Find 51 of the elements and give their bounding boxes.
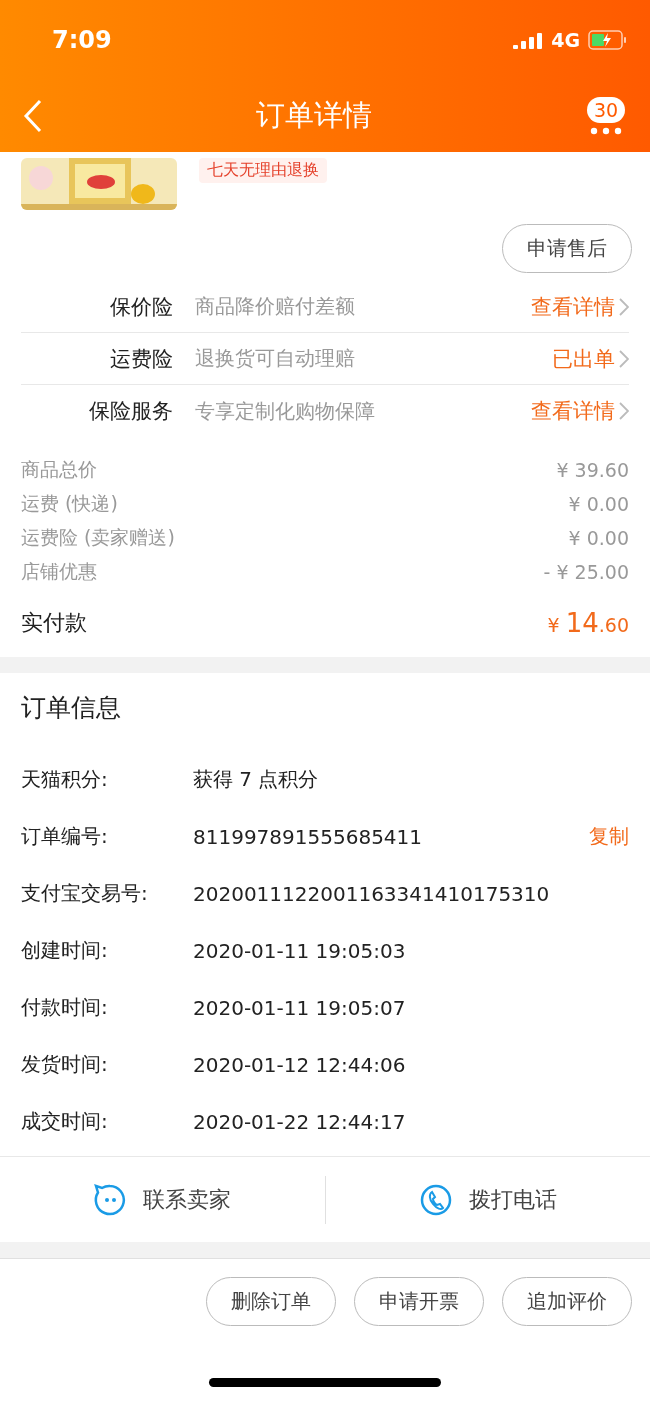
status-time: 7:09 xyxy=(52,26,112,54)
after-sale-button[interactable]: 申请售后 xyxy=(502,224,632,273)
price-value: ¥ 0.00 xyxy=(568,527,629,549)
chevron-right-icon xyxy=(619,349,629,368)
info-label: 付款时间: xyxy=(21,994,109,1021)
info-label: 订单编号: xyxy=(21,823,109,850)
price-value: - ¥ 25.00 xyxy=(543,561,629,583)
info-label: 天猫积分: xyxy=(21,766,109,793)
section-title: 订单信息 xyxy=(21,692,122,724)
chevron-right-icon xyxy=(619,297,629,316)
paid-label: 实付款 xyxy=(21,609,87,637)
insurance-description: 退换货可自动理赔 xyxy=(195,345,356,372)
price-label: 商品总价 xyxy=(21,457,97,482)
page-title: 订单详情 xyxy=(256,97,372,134)
info-value: 2020-01-22 12:44:17 xyxy=(193,1109,407,1134)
price-label: 店铺优惠 xyxy=(21,559,97,584)
insurance-name: 保险服务 xyxy=(88,398,173,425)
back-icon[interactable] xyxy=(22,99,44,133)
info-value: 2020011122001163341410175310 xyxy=(193,881,551,906)
price-value: ¥ 0.00 xyxy=(568,493,629,515)
paid-amount: ¥ 14.60 xyxy=(547,608,629,638)
insurance-name: 保价险 xyxy=(109,293,173,321)
info-value: 811997891555685411 xyxy=(193,824,424,849)
info-value: 2020-01-12 12:44:06 xyxy=(193,1052,407,1077)
network-label: 4G xyxy=(551,29,580,51)
order-action-button[interactable]: 追加评价 xyxy=(502,1277,632,1326)
order-action-button[interactable]: 申请开票 xyxy=(354,1277,484,1326)
info-label: 支付宝交易号: xyxy=(21,880,149,907)
contact-button[interactable]: 拨打电话 xyxy=(325,1181,650,1218)
insurance-description: 专享定制化购物保障 xyxy=(195,397,376,425)
info-value: 2020-01-11 19:05:03 xyxy=(193,938,407,963)
return-policy-tag: 七天无理由退换 xyxy=(199,158,327,183)
info-label: 成交时间: xyxy=(21,1108,109,1135)
insurance-name: 运费险 xyxy=(109,345,173,373)
info-label: 发货时间: xyxy=(21,1051,109,1078)
message-count-badge: 30 xyxy=(586,97,626,123)
more-icon[interactable] xyxy=(590,127,622,135)
price-value: ¥ 39.60 xyxy=(556,459,629,481)
phone-icon xyxy=(418,1182,453,1217)
price-label: 运费险 (卖家赠送) xyxy=(21,525,175,550)
chat-face-icon xyxy=(93,1182,128,1217)
signal-icon xyxy=(513,31,544,49)
order-action-button[interactable]: 删除订单 xyxy=(206,1277,336,1326)
contact-button[interactable]: 联系卖家 xyxy=(0,1181,325,1218)
insurance-description: 商品降价赔付差额 xyxy=(195,293,356,320)
price-label: 运费 (快递) xyxy=(21,491,118,516)
info-value: 2020-01-11 19:05:07 xyxy=(193,995,407,1020)
battery-charging-icon xyxy=(588,30,628,50)
info-label: 创建时间: xyxy=(21,937,109,964)
info-value: 获得 7 点积分 xyxy=(193,766,320,793)
chevron-right-icon xyxy=(619,402,629,420)
